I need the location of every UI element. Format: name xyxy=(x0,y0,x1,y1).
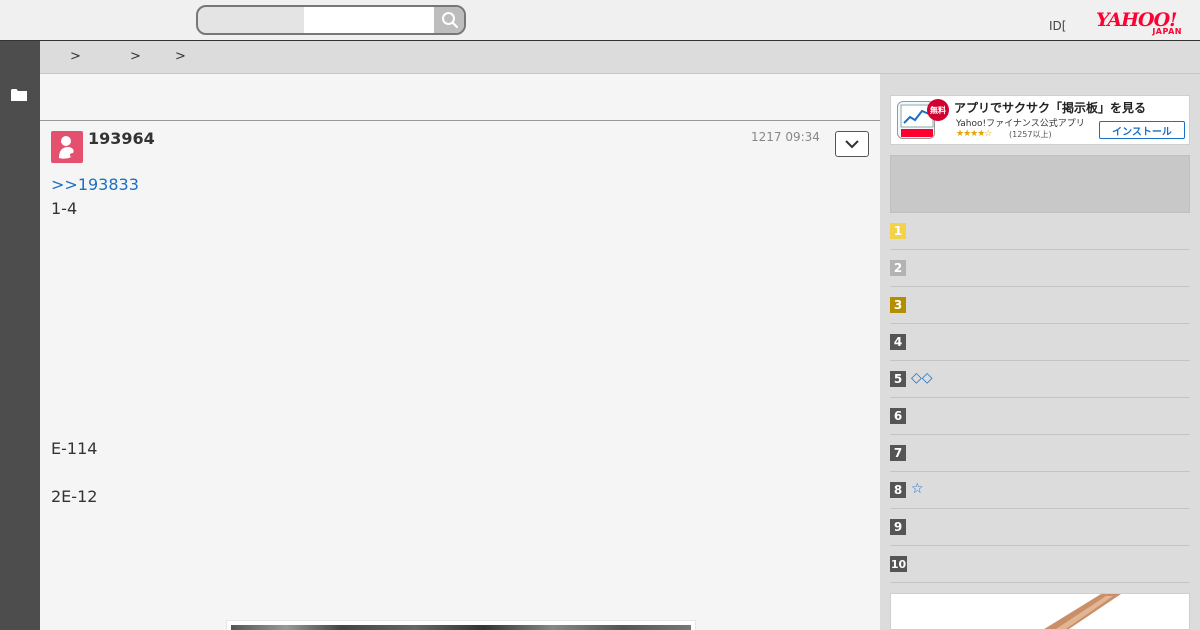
free-badge: 無料 xyxy=(927,99,949,121)
breadcrumb-separator: > xyxy=(175,49,186,64)
search-input[interactable] xyxy=(304,7,434,33)
reply-anchor-link[interactable]: >>193833 xyxy=(51,175,139,194)
ranking-item[interactable]: 7 xyxy=(890,435,1190,472)
rank-badge: 1 xyxy=(890,223,906,239)
post-image-content xyxy=(231,625,691,630)
rank-badge: 4 xyxy=(890,334,906,350)
search-icon xyxy=(442,12,459,29)
ranking-item[interactable]: 3 xyxy=(890,287,1190,324)
rank-badge: 6 xyxy=(890,408,906,424)
ad-placeholder xyxy=(890,155,1190,213)
post-text-line: 1-4 xyxy=(51,199,78,218)
post-number[interactable]: 193964 xyxy=(88,129,155,148)
yahoo-id-link[interactable]: ID[ xyxy=(1049,19,1066,33)
rating-stars: ★★★★☆ xyxy=(956,129,992,139)
rank-badge: 2 xyxy=(890,260,906,276)
folder-icon[interactable] xyxy=(11,88,27,102)
install-button[interactable]: インストール xyxy=(1099,121,1185,139)
top-header: ID[ YAHOO! JAPAN xyxy=(0,0,1200,41)
rank-badge: 10 xyxy=(890,556,907,572)
rank-badge: 8 xyxy=(890,482,906,498)
search-button[interactable] xyxy=(434,7,464,33)
app-promo-banner[interactable]: 無料 アプリでサクサク「掲示板」を見る Yahoo!ファイナンス公式アプリ ★★… xyxy=(890,95,1190,145)
right-sidebar: 無料 アプリでサクサク「掲示板」を見る Yahoo!ファイナンス公式アプリ ★★… xyxy=(880,74,1200,630)
rank-badge: 5 xyxy=(890,371,906,387)
sidebar-ad-image[interactable] xyxy=(890,593,1190,630)
search-box xyxy=(196,5,466,35)
breadcrumb-separator: > xyxy=(70,49,81,64)
rank-text: ☆ xyxy=(911,481,924,497)
breadcrumb: > > > xyxy=(40,41,1200,74)
ranking-list: 1 2 3 4 5 ◇◇ 6 7 8 ☆ 9 10 xyxy=(890,213,1190,583)
ranking-item[interactable]: 6 xyxy=(890,398,1190,435)
breadcrumb-separator: > xyxy=(130,49,141,64)
logo-sub: JAPAN xyxy=(1152,27,1182,36)
post-text-line: 2E-12 xyxy=(51,487,98,506)
yahoo-japan-logo[interactable]: YAHOO! JAPAN xyxy=(1096,10,1188,38)
rank-text: ◇◇ xyxy=(911,370,933,386)
rank-badge: 9 xyxy=(890,519,906,535)
ranking-item[interactable]: 5 ◇◇ xyxy=(890,361,1190,398)
sidebar-ad-graphic xyxy=(891,594,1189,629)
review-count: (1257以上) xyxy=(1009,130,1052,139)
avatar[interactable] xyxy=(51,131,83,163)
avatar-icon xyxy=(59,136,74,159)
ranking-item[interactable]: 9 xyxy=(890,509,1190,546)
ranking-item[interactable]: 10 xyxy=(890,546,1190,583)
post-attached-image[interactable] xyxy=(226,620,696,630)
app-banner-subtitle: Yahoo!ファイナンス公式アプリ xyxy=(956,119,1085,129)
main-content: 193964 1217 09:34 >>193833 1-4 E-114 2E-… xyxy=(40,74,880,630)
ranking-item[interactable]: 4 xyxy=(890,324,1190,361)
left-rail xyxy=(0,41,40,630)
post-timestamp: 1217 09:34 xyxy=(751,130,820,144)
rank-badge: 7 xyxy=(890,445,906,461)
divider xyxy=(40,120,880,121)
ranking-item[interactable]: 8 ☆ xyxy=(890,472,1190,509)
app-banner-title: アプリでサクサク「掲示板」を見る xyxy=(954,101,1147,115)
post-text-line: E-114 xyxy=(51,439,98,458)
ranking-item[interactable]: 2 xyxy=(890,250,1190,287)
rank-badge: 3 xyxy=(890,297,906,313)
ranking-item[interactable]: 1 xyxy=(890,213,1190,250)
post-menu-button[interactable] xyxy=(835,131,869,157)
chevron-down-icon xyxy=(845,140,859,149)
